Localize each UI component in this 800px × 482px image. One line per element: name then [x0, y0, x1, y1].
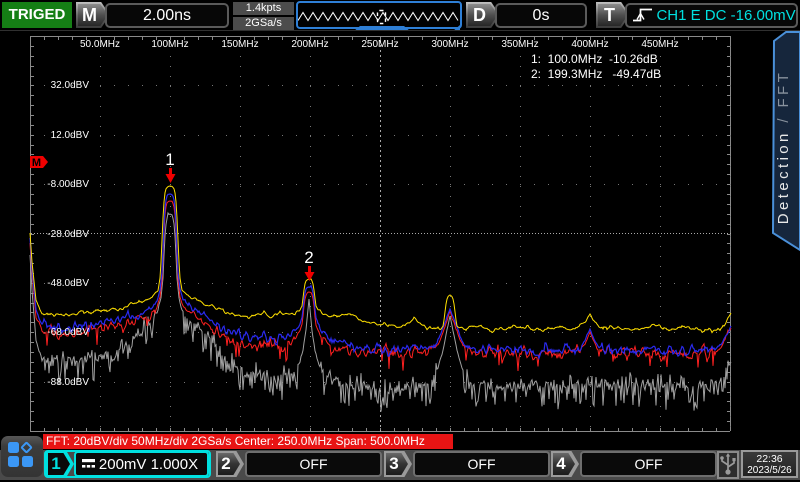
svg-text:M: M: [32, 157, 41, 169]
svg-text:1: 1: [165, 150, 174, 169]
svg-text:2: 2: [304, 248, 313, 267]
svg-text:Detection / FFT: Detection / FFT: [775, 70, 792, 224]
